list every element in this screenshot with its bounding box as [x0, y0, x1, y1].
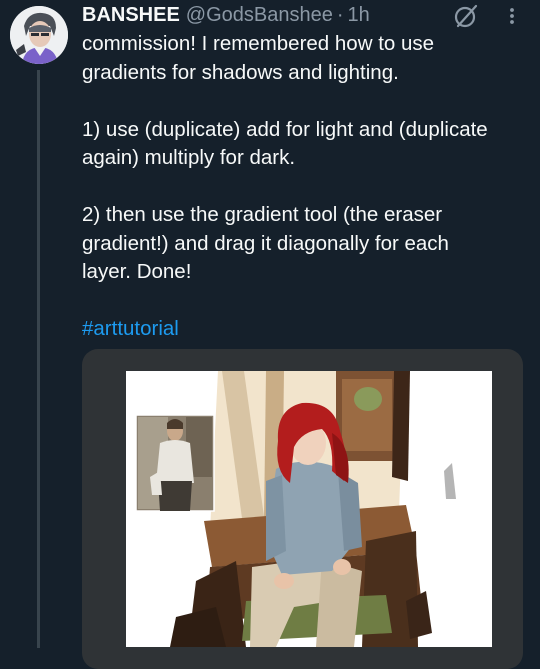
tweet[interactable]: BANSHEE @GodsBanshee · 1h commission! I …: [0, 0, 540, 669]
tweet-line: 2) then use the gradient tool (the erase…: [82, 203, 443, 226]
timestamp[interactable]: 1h: [348, 4, 370, 27]
tweet-line: 1) use (duplicate) add for light and (du…: [82, 117, 488, 141]
display-name[interactable]: BANSHEE: [82, 4, 180, 27]
more-icon[interactable]: [504, 4, 520, 28]
tweet-line: gradient!) and drag it diagonally for ea…: [82, 231, 449, 255]
avatar[interactable]: [10, 6, 68, 64]
tweet-line: commission! I remembered how to use: [82, 32, 435, 55]
tweet-line: again) multiply for dark.: [82, 146, 296, 169]
tweet-line: gradients for shadows and lighting.: [82, 60, 399, 84]
media-card[interactable]: [82, 349, 523, 669]
thread-line: [37, 70, 40, 648]
artwork-image[interactable]: [126, 371, 492, 647]
tweet-line: layer. Done!: [82, 260, 192, 283]
separator-dot: ·: [336, 3, 344, 26]
grok-icon[interactable]: [452, 2, 480, 30]
user-handle[interactable]: @GodsBanshee: [186, 4, 333, 27]
tweet-header: BANSHEE @GodsBanshee · 1h: [82, 0, 370, 30]
tweet-text: commission! I remembered how to use grad…: [82, 30, 522, 344]
hashtag-link[interactable]: #arttutorial: [82, 315, 179, 344]
